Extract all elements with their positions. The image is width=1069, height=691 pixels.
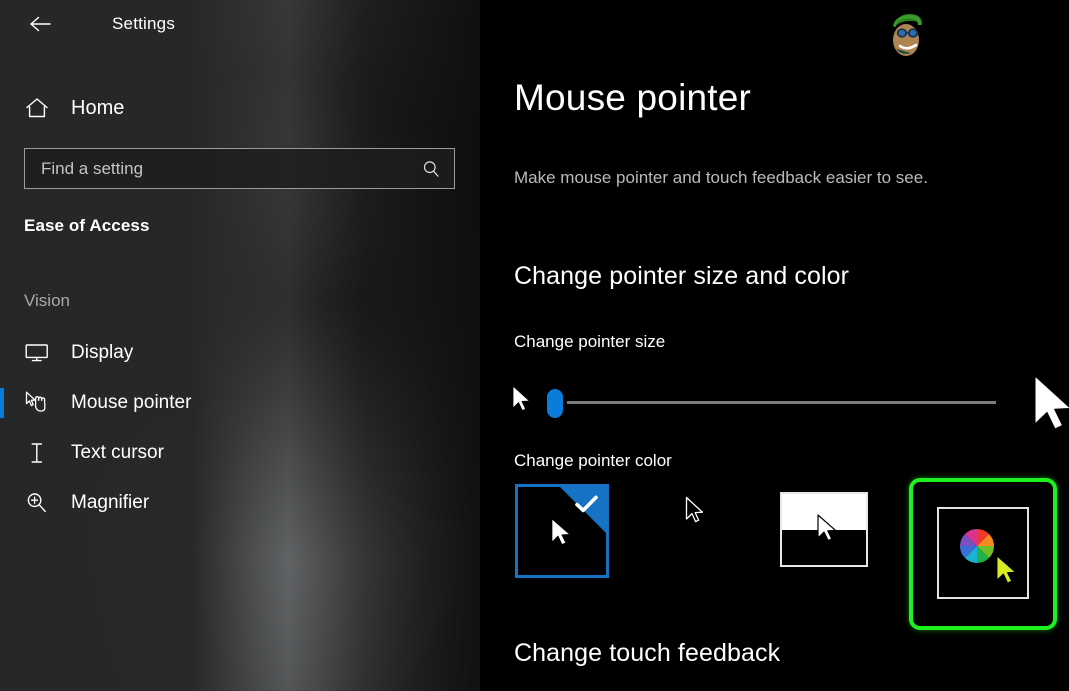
small-cursor-preview-icon [510,384,536,423]
pointer-size-label: Change pointer size [514,332,666,351]
user-avatar[interactable] [878,6,932,58]
sidebar-item-display-label: Display [71,342,134,363]
magnifier-icon [24,490,54,516]
main-content: Mouse pointer Make mouse pointer and tou… [480,0,1069,691]
section-heading-touch-feedback: Change touch feedback [514,639,781,667]
back-button[interactable] [24,7,58,41]
settings-window: Settings Home Find a setting Ease of Acc… [0,0,1069,691]
search-input[interactable] [41,158,421,179]
sidebar: Settings Home Find a setting Ease of Acc… [0,0,480,691]
sidebar-item-home[interactable]: Home [0,87,480,129]
title-bar: Settings [0,0,480,48]
large-cursor-preview-icon [1028,372,1069,449]
slider-track[interactable] [567,401,996,404]
pointer-color-option-white[interactable] [515,484,609,578]
back-arrow-icon [28,14,54,34]
pointer-color-option-inverted[interactable] [780,492,868,567]
sidebar-section-title: Ease of Access [24,216,150,235]
app-title: Settings [112,14,176,33]
pointer-color-option-custom[interactable] [909,478,1057,630]
search-icon[interactable] [421,159,441,179]
slider-thumb[interactable] [547,389,563,418]
sidebar-item-display[interactable]: Display [0,328,480,378]
monitor-icon [24,342,54,364]
sidebar-item-text-cursor[interactable]: Text cursor [0,428,480,478]
custom-preview-box [937,507,1029,599]
search-box[interactable] [24,148,455,189]
system-mouse-cursor [684,496,708,533]
home-icon [24,96,54,120]
sidebar-item-magnifier[interactable]: Magnifier [0,478,480,528]
page-subtitle: Make mouse pointer and touch feedback ea… [514,168,928,187]
section-heading-size-and-color: Change pointer size and color [514,262,850,290]
selection-accent-bar [0,388,4,418]
pointer-color-label: Change pointer color [514,451,672,470]
pointer-color-options [510,478,1069,630]
inverted-pointer-preview-icon [815,513,841,552]
sidebar-item-text-cursor-label: Text cursor [71,442,164,463]
color-wheel-icon [959,528,995,564]
sidebar-item-mouse-pointer[interactable]: Mouse pointer [0,378,480,428]
sidebar-item-home-label: Home [71,96,125,119]
page-title: Mouse pointer [514,77,752,118]
sidebar-item-mouse-pointer-label: Mouse pointer [71,392,192,413]
pointer-size-slider[interactable] [510,372,1069,434]
check-icon [573,492,601,521]
sidebar-nav-list: Display Mouse pointer Text cursor Magnif… [0,328,480,528]
custom-color-pointer-preview-icon [994,554,1022,595]
sidebar-item-magnifier-label: Magnifier [71,492,150,513]
sidebar-group-label-vision: Vision [24,291,70,310]
hand-pointer-icon [24,390,54,416]
text-cursor-icon [24,440,54,466]
